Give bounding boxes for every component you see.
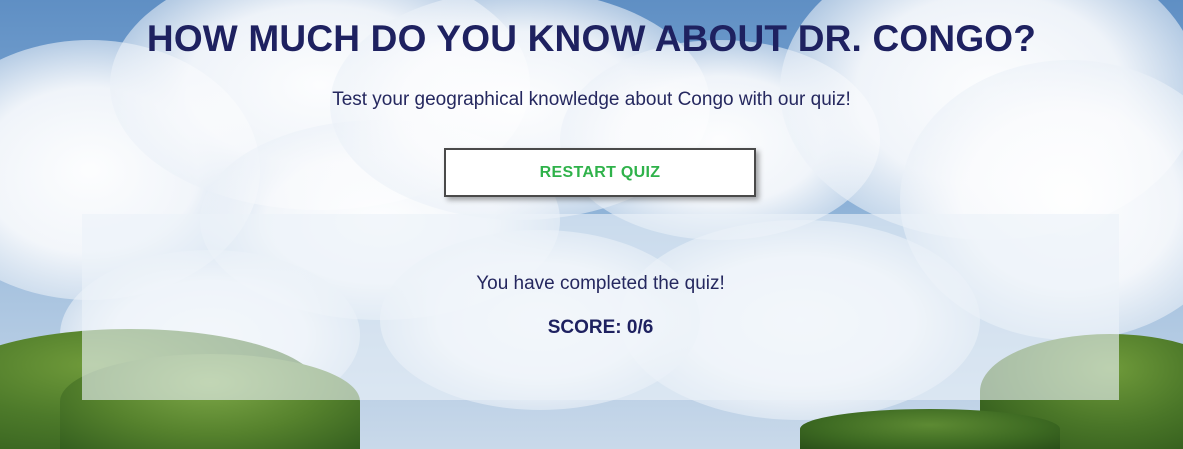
completion-message: You have completed the quiz!	[476, 273, 725, 294]
page-subtitle: Test your geographical knowledge about C…	[332, 89, 851, 110]
page-title: HOW MUCH DO YOU KNOW ABOUT DR. CONGO?	[146, 18, 1037, 59]
quiz-result-panel: You have completed the quiz! SCORE: 0/6	[82, 214, 1119, 400]
score-display: SCORE: 0/6	[82, 317, 1119, 339]
score-value: 0/6	[626, 317, 654, 338]
treeline-right-back	[800, 409, 1060, 449]
restart-quiz-button[interactable]: RESTART QUIZ	[444, 148, 756, 197]
score-label: SCORE:	[547, 317, 622, 338]
